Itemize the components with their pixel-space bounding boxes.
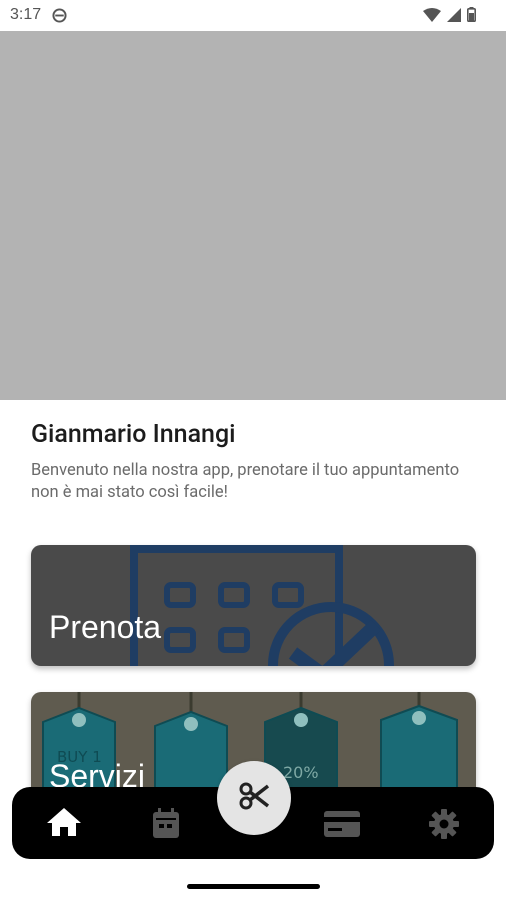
- page-title: Gianmario Innangi: [31, 420, 236, 449]
- settings-icon[interactable]: [429, 809, 459, 843]
- card-icon[interactable]: [324, 811, 360, 841]
- prenota-card[interactable]: Prenota: [31, 545, 476, 666]
- calendar-check-illustration: [130, 545, 394, 666]
- status-bar: 3:17: [0, 0, 506, 31]
- tag-20-text: 20%: [283, 763, 319, 782]
- calendar-icon[interactable]: [152, 807, 180, 843]
- battery-icon: [467, 7, 477, 26]
- status-time: 3:17: [10, 6, 42, 23]
- status-icons: [423, 7, 477, 26]
- home-indicator[interactable]: [187, 884, 320, 889]
- scissors-icon: [238, 780, 270, 816]
- wifi-icon: [423, 7, 441, 26]
- prenota-label: Prenota: [49, 609, 162, 645]
- scissors-button[interactable]: [217, 761, 291, 835]
- hero-image: [0, 31, 506, 400]
- signal-icon: [447, 7, 461, 26]
- welcome-text: Benvenuto nella nostra app, prenotare il…: [31, 461, 460, 502]
- dnd-icon: [52, 8, 67, 27]
- home-icon[interactable]: [46, 807, 82, 841]
